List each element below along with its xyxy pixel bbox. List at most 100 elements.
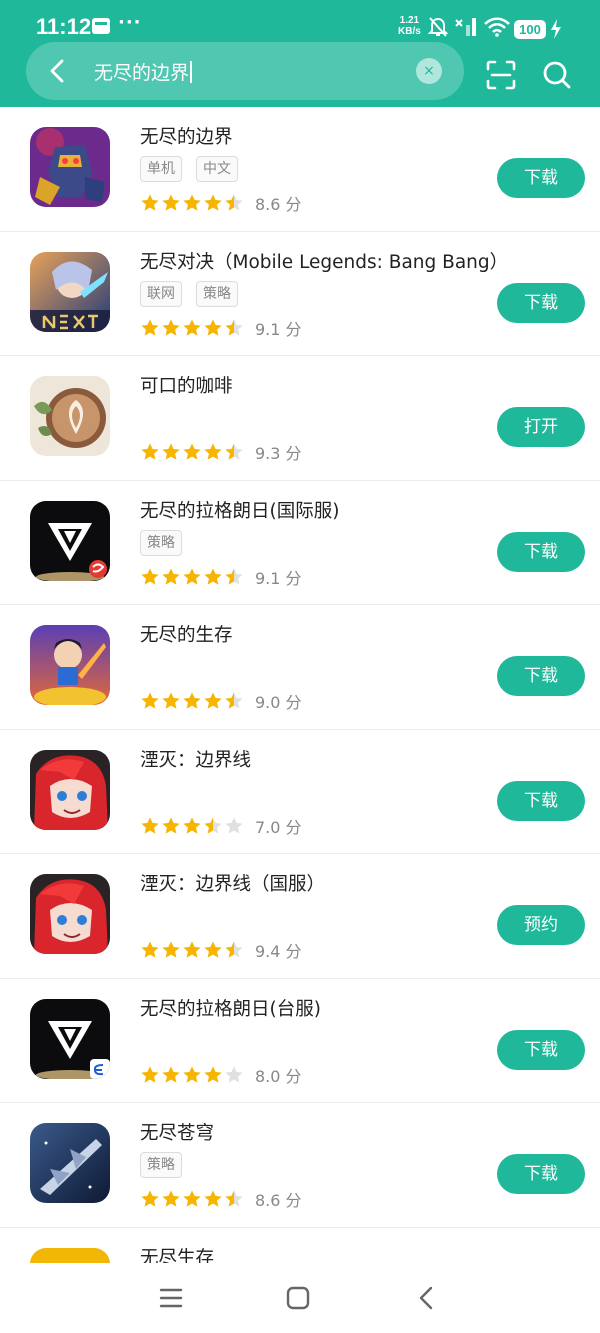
star-full-icon (141, 319, 159, 336)
star-half-icon (225, 692, 243, 709)
star-half-icon (225, 1190, 243, 1207)
back-arrow-icon[interactable] (42, 55, 74, 87)
app-list-item[interactable]: 无尽的拉格朗日(台服) 8.0 分 下载 (0, 979, 600, 1103)
star-rating (140, 193, 245, 212)
star-full-icon (141, 692, 159, 709)
download-button[interactable]: 下载 (497, 1154, 585, 1194)
star-full-icon (162, 817, 180, 834)
app-tags: 单机 中文 (140, 156, 252, 182)
survival-hero-icon (30, 625, 110, 705)
star-half-icon (225, 568, 243, 585)
star-rating (140, 940, 245, 959)
more-notifications-icon: ··· (118, 12, 142, 33)
star-full-icon (183, 692, 201, 709)
star-full-icon (183, 1190, 201, 1207)
star-full-icon (141, 194, 159, 211)
app-rating: 8.6 分 (140, 191, 302, 214)
scan-icon[interactable] (484, 58, 518, 92)
star-rating (140, 1189, 245, 1208)
app-name[interactable]: 无尽苍穹 (140, 1119, 214, 1145)
star-full-icon (183, 319, 201, 336)
app-list-item[interactable]: 可口的咖啡 9.3 分 打开 (0, 356, 600, 481)
app-name[interactable]: 无尽的拉格朗日(国际服) (140, 497, 339, 523)
app-list-item[interactable]: 无尽的边界 单机 中文 8.6 分 下载 (0, 107, 600, 232)
search-icon[interactable] (540, 58, 574, 92)
star-full-icon (162, 319, 180, 336)
home-icon[interactable] (285, 1285, 311, 1311)
app-name[interactable]: 无尽的生存 (140, 621, 233, 647)
star-full-icon (141, 941, 159, 958)
star-full-icon (204, 941, 222, 958)
star-full-icon (183, 568, 201, 585)
star-half-icon (225, 194, 243, 211)
app-name[interactable]: 无尽的边界 (140, 123, 233, 149)
search-bar[interactable]: 无尽的边界 × (26, 42, 464, 100)
app-tags: 联网 策略 (140, 280, 252, 307)
download-button[interactable]: 下载 (497, 282, 585, 323)
star-full-icon (141, 1066, 159, 1083)
menu-icon[interactable] (158, 1285, 184, 1311)
star-full-icon (141, 568, 159, 585)
survivor-face-icon (30, 1247, 110, 1263)
app-name[interactable]: 可口的咖啡 (140, 372, 233, 398)
search-result-list[interactable]: 无尽的边界 单机 中文 8.6 分 下载 无尽对决（Mobile Legends:… (0, 107, 600, 1263)
app-list-item[interactable]: 无尽的生存 9.0 分 下载 (0, 605, 600, 730)
download-button[interactable]: 下载 (497, 656, 585, 696)
app-rating: 9.1 分 (140, 316, 302, 339)
app-rating: 7.0 分 (140, 814, 302, 837)
star-rating (140, 691, 245, 710)
app-rating: 8.0 分 (140, 1063, 302, 1086)
star-full-icon (204, 319, 222, 336)
no-signal-icon (455, 18, 476, 36)
star-half-icon (225, 443, 243, 460)
app-list-item[interactable]: 无尽对决（Mobile Legends: Bang Bang） 联网 策略 9.1… (0, 232, 600, 356)
star-rating (140, 317, 245, 336)
star-full-icon (183, 443, 201, 460)
star-full-icon (162, 194, 180, 211)
app-rating: 9.1 分 (140, 565, 302, 588)
app-list-item[interactable]: 无尽生存 (0, 1228, 600, 1264)
robot-warrior-icon (30, 127, 110, 207)
app-list-item[interactable]: 无尽苍穹 策略 8.6 分 下载 (0, 1103, 600, 1228)
open-button[interactable]: 打开 (497, 407, 585, 447)
star-rating (140, 815, 245, 834)
red-hair-girl-icon (30, 749, 110, 830)
app-score: 7.0 分 (255, 817, 302, 837)
reserve-button[interactable]: 预约 (497, 905, 585, 945)
app-tags: 策略 (140, 529, 196, 556)
app-score: 9.3 分 (255, 444, 302, 463)
download-button[interactable]: 下载 (497, 780, 585, 821)
message-notification-icon (92, 18, 110, 34)
app-score: 8.6 分 (255, 1191, 302, 1210)
app-name[interactable]: 湮灭：边界线（国服） (140, 870, 325, 896)
app-list-item[interactable]: 湮灭：边界线 7.0 分 下载 (0, 730, 600, 854)
star-full-icon (162, 443, 180, 460)
download-button[interactable]: 下载 (497, 531, 585, 572)
app-tag: 策略 (140, 1152, 182, 1178)
star-half-icon (225, 941, 243, 958)
lagrange-logo-icon (30, 998, 110, 1079)
star-full-icon (141, 1190, 159, 1207)
app-score: 9.1 分 (255, 319, 302, 339)
download-button[interactable]: 下载 (497, 1029, 585, 1070)
download-button[interactable]: 下载 (497, 158, 585, 198)
app-tag: 联网 (140, 280, 182, 307)
back-icon[interactable] (414, 1285, 440, 1311)
star-full-icon (162, 1066, 180, 1083)
lagrange-logo-icon (30, 500, 110, 581)
search-input[interactable]: 无尽的边界 (94, 58, 193, 85)
app-list-item[interactable]: 湮灭：边界线（国服） 9.4 分 预约 (0, 854, 600, 979)
app-name[interactable]: 无尽对决（Mobile Legends: Bang Bang） (140, 248, 508, 274)
star-full-icon (183, 1066, 201, 1083)
app-name[interactable]: 湮灭：边界线 (140, 746, 251, 772)
star-full-icon (162, 692, 180, 709)
star-full-icon (162, 941, 180, 958)
app-name[interactable]: 无尽的拉格朗日(台服) (140, 995, 321, 1021)
clear-search-button[interactable]: × (416, 58, 442, 84)
charging-bolt-icon (551, 19, 561, 39)
star-full-icon (162, 1190, 180, 1207)
app-list-item[interactable]: 无尽的拉格朗日(国际服) 策略 9.1 分 下载 (0, 481, 600, 605)
star-rating (140, 1064, 245, 1083)
app-name[interactable]: 无尽生存 (140, 1244, 214, 1264)
status-time: 11:12 (36, 14, 92, 39)
